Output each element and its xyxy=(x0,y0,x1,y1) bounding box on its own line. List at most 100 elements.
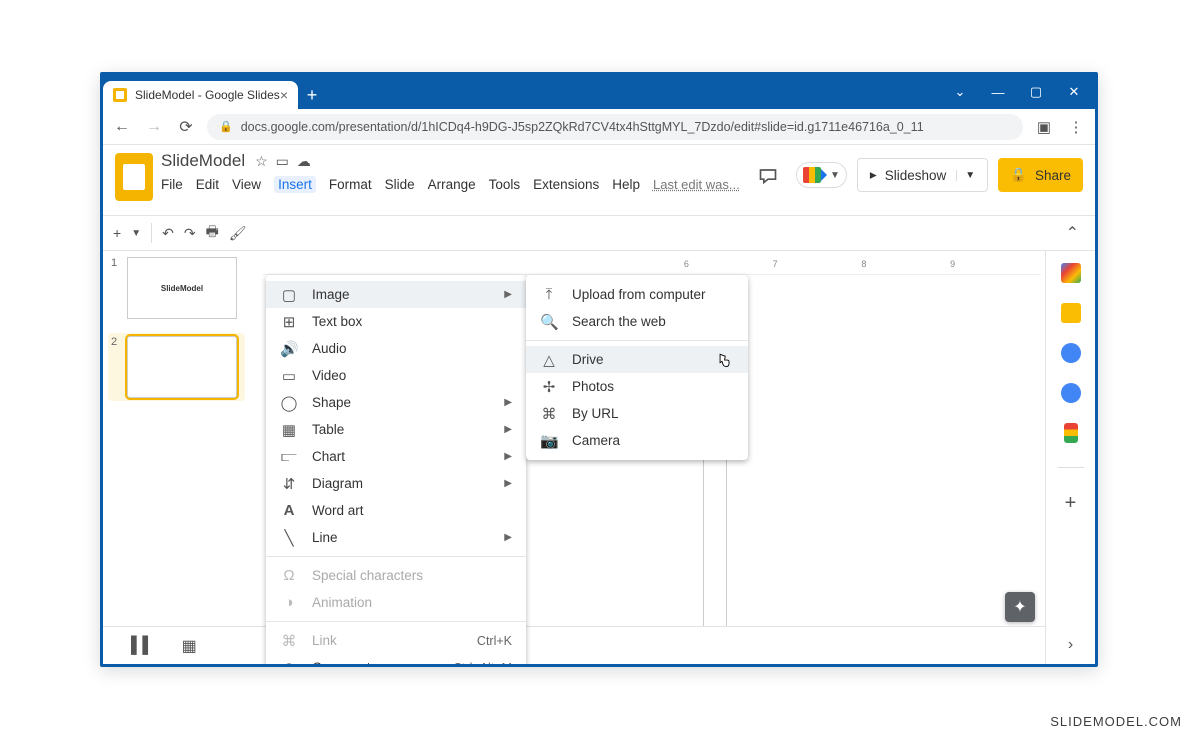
menu-file[interactable]: File xyxy=(161,177,183,192)
menu-item-chart[interactable]: ⫍ Chart ▶ xyxy=(266,443,526,470)
move-folder-icon[interactable]: ▭ xyxy=(276,153,289,170)
menu-help[interactable]: Help xyxy=(612,177,640,192)
calendar-icon[interactable] xyxy=(1061,263,1081,283)
menu-view[interactable]: View xyxy=(232,177,261,192)
menu-item-image[interactable]: ▢ Image ▶ xyxy=(266,281,526,308)
menu-extensions[interactable]: Extensions xyxy=(533,177,599,192)
line-icon: ╲ xyxy=(280,529,298,547)
menu-item-diagram[interactable]: ⇵ Diagram ▶ xyxy=(266,470,526,497)
video-icon: ▭ xyxy=(280,367,298,385)
cloud-status-icon[interactable]: ☁ xyxy=(297,153,311,170)
explore-button[interactable]: ✦ xyxy=(1005,592,1035,622)
toolbar: + ▼ ↶ ↷ 🖶 🖌 ⌃ xyxy=(103,215,1095,251)
filmstrip-view-icon[interactable]: ▌▌ xyxy=(131,637,154,655)
hide-sidepanel-icon[interactable]: › xyxy=(1068,636,1073,654)
add-addon-icon[interactable]: + xyxy=(1065,492,1077,515)
menu-edit[interactable]: Edit xyxy=(196,177,219,192)
slides-favicon xyxy=(113,88,127,102)
grid-view-icon[interactable]: ▦ xyxy=(182,636,197,656)
lock-icon: 🔒 xyxy=(219,120,233,133)
browser-menu-icon[interactable]: ⋮ xyxy=(1065,118,1087,136)
tasks-icon[interactable] xyxy=(1061,343,1081,363)
contacts-icon[interactable] xyxy=(1061,383,1081,403)
share-button[interactable]: 🔒 Share xyxy=(998,158,1083,192)
table-icon: ▦ xyxy=(280,421,298,439)
menu-item-textbox[interactable]: ⊞ Text box xyxy=(266,308,526,335)
menu-slide[interactable]: Slide xyxy=(385,177,415,192)
menu-arrange[interactable]: Arrange xyxy=(428,177,476,192)
special-char-icon: Ω xyxy=(280,567,298,584)
window-panel-icon[interactable]: ▣ xyxy=(1033,118,1055,136)
reload-icon[interactable]: ⟳ xyxy=(175,117,197,137)
slideshow-label: Slideshow xyxy=(885,168,947,183)
menu-item-photos[interactable]: ✢ Photos xyxy=(526,373,748,400)
menu-item-upload-computer[interactable]: ⤒ Upload from computer xyxy=(526,281,748,308)
document-title[interactable]: SlideModel xyxy=(161,151,245,171)
minimize-icon[interactable]: — xyxy=(991,85,1005,100)
submenu-arrow-icon: ▶ xyxy=(504,397,512,408)
close-icon[interactable]: ✕ xyxy=(1067,84,1081,100)
paint-format-icon[interactable]: 🖌 xyxy=(229,225,247,242)
thumb-number: 2 xyxy=(111,336,121,398)
slides-logo-icon[interactable] xyxy=(115,153,153,201)
last-edit-link[interactable]: Last edit was... xyxy=(653,177,740,192)
menu-item-by-url[interactable]: ⌘ By URL xyxy=(526,400,748,427)
chevron-down-icon[interactable]: ⌄ xyxy=(953,84,967,100)
keep-icon[interactable] xyxy=(1061,303,1081,323)
menu-item-wordart[interactable]: A Word art xyxy=(266,497,526,524)
menu-insert[interactable]: Insert xyxy=(274,176,316,193)
browser-tab[interactable]: SlideModel - Google Slides × xyxy=(103,81,298,109)
print-icon[interactable]: 🖶 xyxy=(206,221,219,245)
menu-item-shape[interactable]: ◯ Shape ▶ xyxy=(266,389,526,416)
slide-thumbnail[interactable]: SlideModel xyxy=(127,257,237,319)
submenu-arrow-icon: ▶ xyxy=(504,424,512,435)
undo-icon[interactable]: ↶ xyxy=(162,225,174,242)
upload-icon: ⤒ xyxy=(540,286,558,303)
wordart-icon: A xyxy=(280,502,298,519)
lock-icon: 🔒 xyxy=(1010,167,1027,183)
menu-item-search-web[interactable]: 🔍 Search the web xyxy=(526,308,748,335)
slide-thumbnail-selected[interactable] xyxy=(127,336,237,398)
menu-item-audio[interactable]: 🔊 Audio xyxy=(266,335,526,362)
menu-item-comment[interactable]: ⊕ Comment Ctrl+Alt+M xyxy=(266,654,526,667)
share-label: Share xyxy=(1035,168,1071,183)
forward-icon[interactable]: → xyxy=(143,118,165,136)
url-field[interactable]: 🔒 docs.google.com/presentation/d/1hICDq4… xyxy=(207,114,1023,140)
slideshow-dropdown[interactable]: ▼ xyxy=(956,170,975,181)
maps-icon[interactable] xyxy=(1064,423,1078,443)
search-icon: 🔍 xyxy=(540,313,558,331)
back-icon[interactable]: ← xyxy=(111,118,133,136)
thumb-number: 1 xyxy=(111,257,121,319)
comment-icon xyxy=(758,165,778,185)
menu-item-table[interactable]: ▦ Table ▶ xyxy=(266,416,526,443)
submenu-arrow-icon: ▶ xyxy=(504,289,512,300)
menu-tools[interactable]: Tools xyxy=(489,177,521,192)
thumbnail-row[interactable]: 2 xyxy=(108,333,245,401)
submenu-arrow-icon: ▶ xyxy=(504,451,512,462)
diagram-icon: ⇵ xyxy=(280,475,298,493)
menu-item-video[interactable]: ▭ Video xyxy=(266,362,526,389)
docs-header-actions: ▼ ▸ Slideshow ▼ 🔒 Share xyxy=(750,157,1083,193)
menu-item-camera[interactable]: 📷 Camera xyxy=(526,427,748,454)
image-icon: ▢ xyxy=(280,286,298,304)
chart-icon: ⫍ xyxy=(280,448,298,465)
new-tab-button[interactable]: + xyxy=(298,81,326,109)
tab-close-icon[interactable]: × xyxy=(280,87,288,103)
new-slide-dropdown[interactable]: ▼ xyxy=(131,228,141,239)
maximize-icon[interactable]: ▢ xyxy=(1029,84,1043,100)
menu-item-special-characters: Ω Special characters xyxy=(266,562,526,589)
new-slide-button[interactable]: + xyxy=(113,225,121,241)
docs-header: SlideModel ☆ ▭ ☁ File Edit View Insert F… xyxy=(103,145,1095,215)
animation-icon: ◑ xyxy=(280,594,298,611)
redo-icon[interactable]: ↷ xyxy=(184,225,196,242)
slideshow-button[interactable]: ▸ Slideshow ▼ xyxy=(857,158,988,192)
menu-item-line[interactable]: ╲ Line ▶ xyxy=(266,524,526,551)
comment-history-button[interactable] xyxy=(750,157,786,193)
meet-button[interactable]: ▼ xyxy=(796,162,847,188)
thumbnail-row[interactable]: 1 SlideModel xyxy=(111,257,245,319)
menu-item-drive[interactable]: △ Drive xyxy=(526,346,748,373)
menu-bar: File Edit View Insert Format Slide Arran… xyxy=(161,176,740,193)
collapse-toolbar-icon[interactable]: ⌃ xyxy=(1066,223,1085,243)
menu-format[interactable]: Format xyxy=(329,177,372,192)
star-icon[interactable]: ☆ xyxy=(255,153,268,170)
